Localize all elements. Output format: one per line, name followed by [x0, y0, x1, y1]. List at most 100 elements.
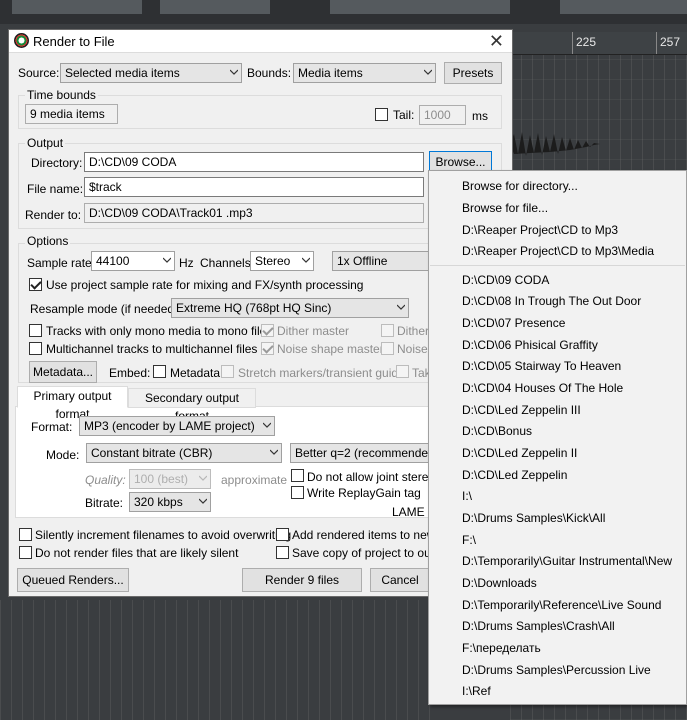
- menu-item-history[interactable]: D:\CD\07 Presence: [462, 316, 565, 330]
- menu-item-browse-file[interactable]: Browse for file...: [462, 201, 548, 215]
- source-select[interactable]: Selected media items: [60, 63, 242, 83]
- skip-silent-checkbox[interactable]: [19, 546, 32, 559]
- channels-select[interactable]: Stereo: [250, 251, 314, 271]
- encoder-quality-select[interactable]: Better q=2 (recommended): [290, 443, 439, 463]
- directory-input[interactable]: D:\CD\09 CODA: [84, 152, 424, 172]
- silent-increment-checkbox[interactable]: [19, 528, 32, 541]
- mode-select[interactable]: Constant bitrate (CBR): [86, 443, 282, 463]
- directory-value: D:\CD\09 CODA: [89, 155, 177, 169]
- menu-item-history[interactable]: D:\Temporarily\Reference\Live Sound: [462, 598, 661, 612]
- menu-item-history[interactable]: D:\CD\09 CODA: [462, 273, 549, 287]
- filename-input[interactable]: $track: [84, 177, 424, 197]
- menu-item-history[interactable]: F:\переделать: [462, 641, 541, 655]
- browse-menu: Browse for directory... Browse for file.…: [428, 170, 687, 705]
- bounds-select[interactable]: Media items: [293, 63, 436, 83]
- filename-value: $track: [89, 180, 122, 194]
- tail-unit: ms: [472, 109, 488, 123]
- menu-item-history[interactable]: D:\CD\Led Zeppelin: [462, 468, 567, 482]
- bounds-value: Media items: [298, 66, 363, 80]
- presets-button[interactable]: Presets: [444, 62, 502, 84]
- dither-checkbox[interactable]: [381, 324, 394, 337]
- noise-shape-checkbox[interactable]: [381, 342, 394, 355]
- timeline-ruler[interactable]: 225 257: [510, 32, 687, 55]
- joint-stereo-checkbox[interactable]: [291, 469, 304, 482]
- menu-item-history[interactable]: F:\: [462, 533, 476, 547]
- noise-shape-master-label: Noise shape master: [277, 342, 384, 356]
- menu-item-history[interactable]: D:\Downloads: [462, 576, 537, 590]
- bitrate-select[interactable]: 320 kbps: [129, 492, 211, 512]
- multichannel-label: Multichannel tracks to multichannel file…: [46, 342, 258, 356]
- dither-master-label: Dither master: [277, 324, 350, 338]
- replaygain-checkbox[interactable]: [291, 486, 304, 499]
- dialog-title: Render to File: [33, 34, 115, 49]
- mono-checkbox[interactable]: [29, 324, 42, 337]
- daw-track-strip: [330, 0, 510, 14]
- take-markers-checkbox[interactable]: [396, 365, 409, 378]
- multichannel-checkbox[interactable]: [29, 342, 42, 355]
- tab-primary-format[interactable]: Primary output format: [17, 386, 128, 421]
- noise-shape-master-checkbox[interactable]: [261, 342, 274, 355]
- stretch-markers-checkbox[interactable]: [221, 365, 234, 378]
- chevron-down-icon: [424, 69, 432, 75]
- sample-rate-value: 44100: [96, 254, 130, 268]
- chevron-down-icon: [199, 475, 207, 481]
- chevron-down-icon: [397, 304, 405, 310]
- dialog-titlebar[interactable]: Render to File ✕: [9, 30, 512, 53]
- menu-item-history[interactable]: D:\Drums Samples\Percussion Live: [462, 663, 651, 677]
- menu-item-history[interactable]: D:\CD\Bonus: [462, 424, 532, 438]
- tail-input[interactable]: 1000: [419, 105, 466, 125]
- resample-select[interactable]: Extreme HQ (768pt HQ Sinc): [171, 298, 409, 318]
- menu-item-history[interactable]: D:\CD\04 Houses Of The Hole: [462, 381, 623, 395]
- menu-item-history[interactable]: D:\Drums Samples\Kick\All: [462, 511, 605, 525]
- menu-item-history[interactable]: D:\Drums Samples\Crash\All: [462, 619, 615, 633]
- queued-renders-button[interactable]: Queued Renders...: [17, 568, 129, 592]
- render-to-label: Render to:: [25, 208, 82, 222]
- add-rendered-checkbox[interactable]: [276, 528, 289, 541]
- chevron-down-icon: [163, 257, 171, 263]
- daw-track-strip: [560, 0, 687, 14]
- hz-label: Hz: [179, 256, 194, 270]
- menu-item-history[interactable]: D:\CD\08 In Trough The Out Door: [462, 294, 641, 308]
- format-value: MP3 (encoder by LAME project): [84, 419, 255, 433]
- menu-item-recent[interactable]: D:\Reaper Project\CD to Mp3\Media: [462, 244, 654, 258]
- embed-metadata-checkbox[interactable]: [153, 365, 166, 378]
- save-copy-label: Save copy of project to outfile: [292, 546, 450, 560]
- save-copy-checkbox[interactable]: [276, 546, 289, 559]
- metadata-button[interactable]: Metadata...: [29, 361, 97, 383]
- dither-master-checkbox[interactable]: [261, 324, 274, 337]
- menu-separator: [430, 265, 685, 266]
- render-button[interactable]: Render 9 files: [242, 568, 362, 592]
- tab-secondary-format[interactable]: Secondary output format: [128, 388, 256, 423]
- tail-label: Tail:: [393, 108, 415, 122]
- chevron-down-icon: [199, 498, 207, 504]
- menu-item-history[interactable]: D:\CD\Led Zeppelin III: [462, 403, 581, 417]
- cancel-button[interactable]: Cancel: [370, 568, 430, 592]
- sample-rate-select[interactable]: 44100: [91, 251, 175, 271]
- quality-value: 100 (best): [134, 472, 189, 486]
- skip-silent-label: Do not render files that are likely sile…: [35, 546, 239, 560]
- daw-track-strip: [160, 0, 270, 14]
- chevron-down-icon: [230, 69, 238, 75]
- menu-item-history[interactable]: D:\Temporarily\Guitar Instrumental\New: [462, 554, 672, 568]
- close-icon[interactable]: ✕: [489, 30, 504, 52]
- menu-item-history[interactable]: D:\CD\Led Zeppelin II: [462, 446, 577, 460]
- arrange-grid-left[interactable]: [0, 600, 430, 720]
- menu-item-browse-directory[interactable]: Browse for directory...: [462, 179, 578, 193]
- mono-label: Tracks with only mono media to mono file: [46, 324, 267, 338]
- use-project-rate-checkbox[interactable]: [29, 278, 42, 291]
- menu-item-history[interactable]: I:\: [462, 489, 472, 503]
- mode-value: Constant bitrate (CBR): [91, 446, 213, 460]
- reaper-app-icon: [14, 33, 29, 48]
- tail-checkbox[interactable]: [375, 108, 388, 121]
- render-speed-select[interactable]: 1x Offline: [332, 251, 432, 271]
- menu-item-history[interactable]: D:\CD\06 Phisical Graffity: [462, 338, 598, 352]
- approximate-label: approximate: [221, 473, 288, 487]
- menu-item-recent[interactable]: D:\Reaper Project\CD to Mp3: [462, 223, 618, 237]
- bitrate-value: 320 kbps: [134, 495, 183, 509]
- format-select[interactable]: MP3 (encoder by LAME project): [79, 416, 275, 436]
- bounds-label: Bounds:: [247, 66, 292, 80]
- chevron-down-icon: [270, 449, 278, 455]
- menu-item-history[interactable]: I:\Ref: [462, 684, 491, 698]
- menu-item-history[interactable]: D:\CD\05 Stairway To Heaven: [462, 359, 621, 373]
- quality-select[interactable]: 100 (best): [129, 469, 211, 489]
